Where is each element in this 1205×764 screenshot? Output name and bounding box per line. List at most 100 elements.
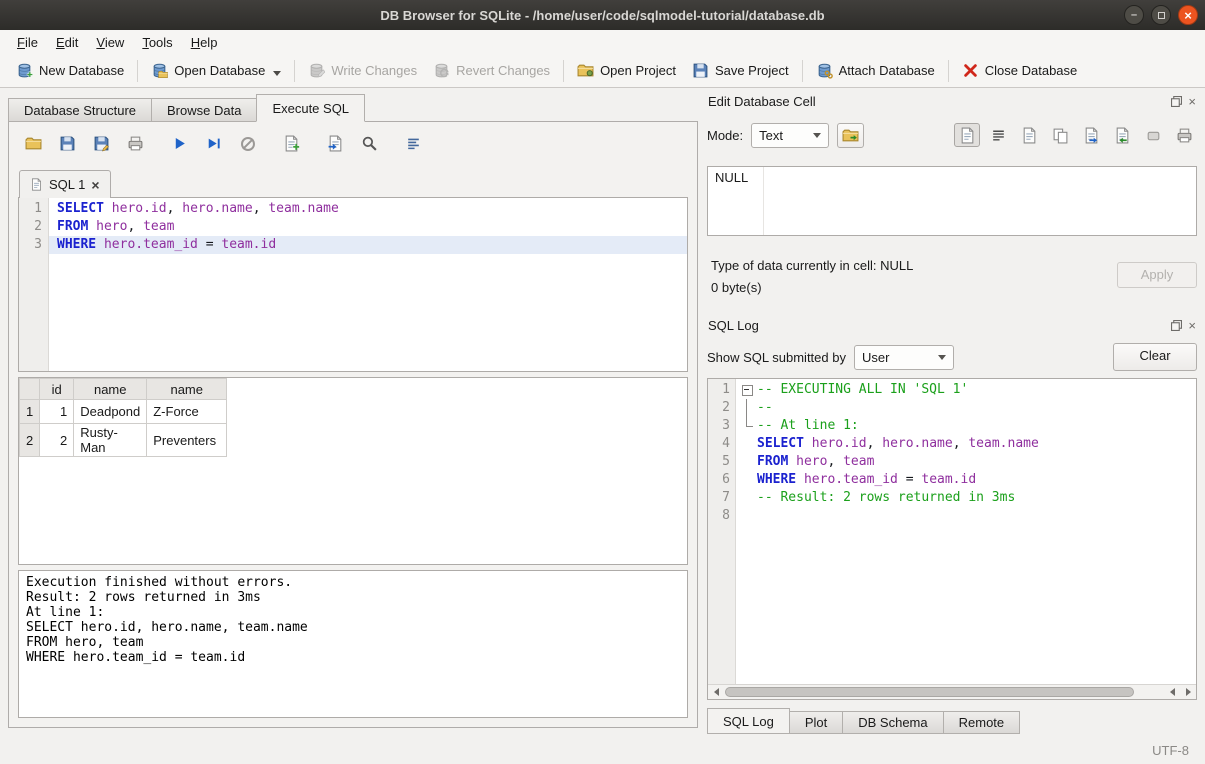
open-project-button[interactable]: Open Project — [569, 58, 684, 83]
message-lines: Execution finished without errors.Result… — [26, 575, 680, 665]
export-cell-button[interactable] — [1078, 123, 1104, 147]
arrow-left-icon — [714, 688, 719, 696]
close-database-button[interactable]: Close Database — [954, 58, 1086, 83]
toolbar-label: Open Project — [600, 63, 676, 78]
scroll-left-button-alt[interactable] — [1164, 685, 1180, 699]
clear-log-button[interactable]: Clear — [1113, 343, 1197, 371]
result-row[interactable]: 11DeadpondZ-Force — [20, 400, 227, 424]
new-database-button[interactable]: New Database — [8, 58, 132, 83]
fold-marker — [742, 453, 757, 471]
line-number: 2 — [708, 399, 736, 417]
horizontal-scrollbar[interactable] — [708, 684, 1196, 699]
line-number: 6 — [708, 471, 736, 489]
result-cell[interactable]: Rusty-Man — [74, 424, 147, 457]
sql-tab[interactable]: SQL 1 × — [19, 170, 111, 198]
scrollbar-track[interactable] — [724, 685, 1164, 699]
open-in-new-tab-button[interactable] — [323, 131, 348, 156]
tab-remote[interactable]: Remote — [943, 711, 1021, 734]
results-grid[interactable]: idnamename11DeadpondZ-Force22Rusty-ManPr… — [18, 377, 688, 565]
app-window: DB Browser for SQLite - /home/user/code/… — [0, 0, 1205, 764]
close-icon: × — [1184, 9, 1192, 22]
menu-view[interactable]: View — [87, 32, 133, 53]
fold-marker[interactable] — [742, 381, 757, 399]
execute-current-line-button[interactable] — [201, 131, 226, 156]
close-button[interactable]: × — [1178, 5, 1198, 25]
results-table: idnamename11DeadpondZ-Force22Rusty-ManPr… — [19, 378, 227, 457]
open-database-icon — [151, 62, 168, 79]
arrow-right-icon — [1186, 688, 1191, 696]
dock-buttons: × — [1171, 95, 1196, 108]
write-changes-button: Write Changes — [300, 58, 425, 83]
attach-database-button[interactable]: Attach Database — [808, 58, 943, 83]
sql-editor[interactable]: 1SELECT hero.id, hero.name, team.name2FR… — [18, 197, 688, 372]
tab-sql-log[interactable]: SQL Log — [707, 708, 790, 734]
result-cell[interactable]: 2 — [40, 424, 74, 457]
chevron-down-icon[interactable] — [273, 71, 281, 76]
encoding-indicator[interactable]: UTF-8 — [1152, 743, 1189, 758]
result-cell[interactable]: 1 — [40, 400, 74, 424]
text-mode-button[interactable] — [954, 123, 980, 147]
open-database-button[interactable]: Open Database — [143, 58, 289, 83]
format-sql-button[interactable] — [401, 131, 426, 156]
tab-browse-data[interactable]: Browse Data — [151, 98, 257, 122]
results-header[interactable]: id — [40, 379, 74, 400]
float-dock-icon[interactable] — [1171, 96, 1182, 107]
close-dock-icon[interactable]: × — [1188, 95, 1196, 108]
execute-all-button[interactable] — [167, 131, 192, 156]
save-sql-as-button[interactable] — [89, 131, 114, 156]
menu-tools[interactable]: Tools — [133, 32, 181, 53]
wrap-lines-button[interactable] — [985, 123, 1011, 147]
toolbar-separator — [948, 60, 949, 82]
right-pane: Edit Database Cell × Mode: Text — [707, 92, 1197, 736]
save-project-button[interactable]: Save Project — [684, 58, 797, 83]
minimize-button[interactable]: – — [1124, 5, 1144, 25]
play-line-icon — [205, 135, 222, 152]
maximize-button[interactable] — [1151, 5, 1171, 25]
find-button[interactable] — [357, 131, 382, 156]
float-dock-icon[interactable] — [1171, 320, 1182, 331]
result-cell[interactable]: Deadpond — [74, 400, 147, 424]
main-content: Database Structure Browse Data Execute S… — [0, 88, 1205, 736]
execute-sql-panel: SQL 1 × 1SELECT hero.id, hero.name, team… — [8, 121, 698, 728]
mode-select[interactable]: Text — [751, 123, 829, 148]
results-header[interactable]: name — [147, 379, 227, 400]
open-file-icon — [25, 135, 42, 152]
log-filter-select[interactable]: User — [854, 345, 954, 370]
scroll-left-button[interactable] — [708, 685, 724, 699]
execution-message[interactable]: Execution finished without errors.Result… — [18, 570, 688, 718]
close-database-icon — [962, 62, 979, 79]
tab-database-structure[interactable]: Database Structure — [8, 98, 152, 122]
scroll-right-button[interactable] — [1180, 685, 1196, 699]
toolbar-separator — [563, 60, 564, 82]
minimize-icon: – — [1131, 10, 1137, 21]
result-row[interactable]: 22Rusty-ManPreventers — [20, 424, 227, 457]
scrollbar-thumb[interactable] — [725, 687, 1134, 697]
print-sql-button[interactable] — [123, 131, 148, 156]
menu-file[interactable]: File — [8, 32, 47, 53]
cell-editor[interactable]: NULL — [707, 166, 1197, 236]
results-corner — [20, 379, 40, 400]
json-mode-button[interactable] — [1016, 123, 1042, 147]
log-line: 5FROM hero, team — [708, 453, 1196, 471]
tab-close-icon[interactable]: × — [91, 178, 99, 192]
tab-plot[interactable]: Plot — [789, 711, 843, 734]
sql-log-view[interactable]: 1-- EXECUTING ALL IN 'SQL 1'2--3-- At li… — [707, 378, 1197, 700]
copy-cell-button[interactable] — [1047, 123, 1073, 147]
result-cell[interactable]: Z-Force — [147, 400, 227, 424]
tab-db-schema[interactable]: DB Schema — [842, 711, 943, 734]
open-sql-file-button[interactable] — [21, 131, 46, 156]
menu-edit[interactable]: Edit — [47, 32, 87, 53]
print-cell-button[interactable] — [1171, 123, 1197, 147]
results-header[interactable]: name — [74, 379, 147, 400]
set-null-button[interactable] — [1140, 123, 1166, 147]
save-sql-file-button[interactable] — [55, 131, 80, 156]
log-line: 7-- Result: 2 rows returned in 3ms — [708, 489, 1196, 507]
new-sql-tab-button[interactable] — [279, 131, 304, 156]
import-cell-button[interactable] — [1109, 123, 1135, 147]
menu-help[interactable]: Help — [182, 32, 227, 53]
open-project-icon — [577, 62, 594, 79]
tab-execute-sql[interactable]: Execute SQL — [256, 94, 365, 122]
import-data-button[interactable] — [837, 123, 864, 148]
result-cell[interactable]: Preventers — [147, 424, 227, 457]
close-dock-icon[interactable]: × — [1188, 319, 1196, 332]
